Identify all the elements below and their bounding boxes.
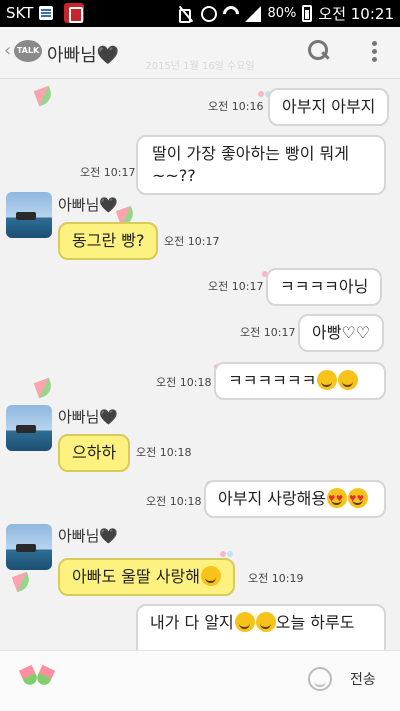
message-bubble[interactable]: 아빠도 울딸 사랑해 [58, 558, 235, 596]
status-bar: SKT 80% 오전 10:21 [0, 0, 400, 27]
wifi-icon [220, 2, 243, 25]
message-bubble[interactable]: 아빵♡♡ [298, 314, 385, 352]
clock: 오전 10:21 [318, 5, 394, 23]
notification-app-icon-2 [64, 3, 84, 23]
message-text: 아부지 사랑해용 [218, 489, 327, 508]
message-bubble[interactable]: ㅋㅋㅋㅋㅋㅋ [214, 362, 386, 400]
battery-percent: 80% [267, 6, 297, 21]
avatar[interactable] [6, 192, 52, 238]
dots-decoration [220, 542, 238, 557]
message-text: ㅋㅋㅋㅋㅋㅋ [228, 371, 317, 390]
notification-app-icon [39, 6, 53, 20]
wink-emoji-icon [234, 612, 255, 632]
avatar[interactable] [6, 524, 52, 570]
message-text-cont: 오늘 하루도 [275, 613, 355, 632]
message-bubble[interactable]: 동그란 빵? [58, 222, 159, 260]
send-button[interactable]: 전송 [350, 669, 376, 689]
message-time: 오전 10:18 [146, 495, 202, 508]
battery-icon [302, 5, 313, 22]
message-input[interactable] [62, 661, 302, 695]
grin-emoji-icon [317, 370, 338, 390]
sender-name: 아빠님🖤 [58, 408, 119, 426]
input-bar: 전송 [0, 650, 400, 711]
attach-menu-icon[interactable] [20, 663, 54, 693]
dots-decoration [206, 472, 224, 487]
message-time: 오전 10:18 [136, 446, 192, 459]
message-text: 내가 다 알지 [150, 613, 234, 632]
message-time: 오전 10:17 [208, 280, 264, 293]
watermelon-decoration-icon [33, 85, 55, 107]
message-time: 오전 10:17 [80, 166, 136, 179]
avatar[interactable] [6, 405, 52, 451]
chat-list[interactable]: 오전 10:16 아부지 아부지 오전 10:17 딸이 가장 좋아하는 빵이 … [0, 80, 400, 650]
date-divider: 2015년 1월 16일 수요일 [145, 61, 255, 72]
signal-icon [245, 5, 262, 22]
message-bubble[interactable]: 내가 다 알지 오늘 하루도 [136, 604, 386, 650]
message-time: 오전 10:17 [240, 326, 296, 339]
message-bubble[interactable]: 아부지 아부지 [268, 88, 390, 126]
message-time: 오전 10:16 [208, 100, 264, 113]
message-bubble[interactable]: ㅋㅋㅋㅋ아닝 [266, 268, 383, 306]
heart-eyes-emoji-icon [348, 488, 369, 510]
message-time: 오전 10:17 [164, 235, 220, 248]
carrier-label: SKT [6, 4, 34, 22]
watermelon-decoration-icon [33, 377, 55, 399]
mute-icon [177, 5, 195, 23]
grin-emoji-icon [338, 370, 359, 390]
alarm-icon [201, 5, 218, 22]
message-bubble[interactable]: 아부지 사랑해용 [204, 480, 386, 518]
emoticon-icon[interactable] [308, 667, 332, 691]
message-bubble[interactable]: 으하하 [58, 434, 131, 472]
watermelon-decoration-icon [11, 571, 33, 593]
message-time: 오전 10:19 [248, 572, 304, 585]
heart-eyes-emoji-icon [327, 488, 348, 510]
chat-header: ‹ TALK 아빠님🖤 2015년 1월 16일 수요일 [0, 27, 400, 79]
message-time: 오전 10:18 [156, 376, 212, 389]
sender-name: 아빠님🖤 [58, 527, 119, 545]
message-bubble[interactable]: 딸이 가장 좋아하는 빵이 뭐게~~?? [136, 135, 386, 195]
wink-emoji-icon [255, 612, 276, 632]
sender-name: 아빠님🖤 [58, 196, 119, 214]
message-text: 아빠도 울딸 사랑해 [72, 567, 200, 586]
smile-emoji-icon [200, 566, 221, 586]
